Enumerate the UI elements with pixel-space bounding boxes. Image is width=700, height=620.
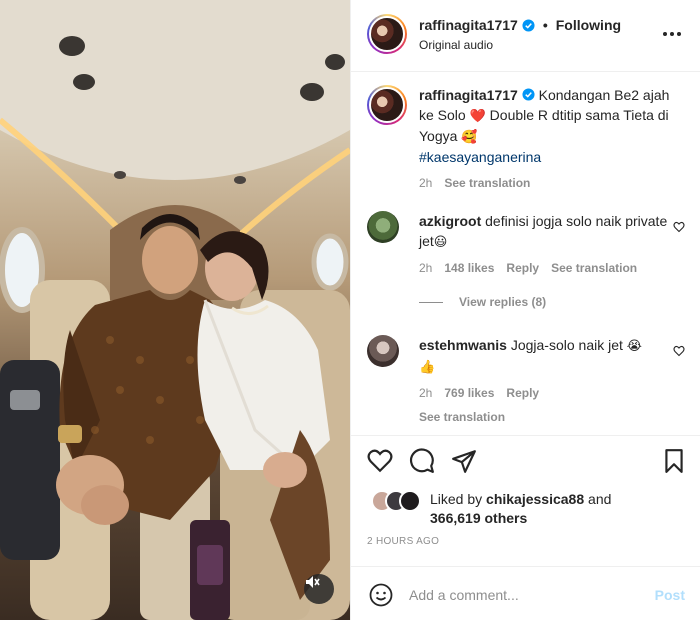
comment-item: estehmwanis Jogja-solo naik jet 😭 👍 2h 7… (367, 335, 685, 425)
avatar (399, 490, 421, 512)
caption-text: raffinagita1717 Kondangan Be2 ajah ke So… (419, 85, 679, 193)
comment-icon[interactable] (409, 448, 435, 474)
mute-button[interactable] (304, 574, 334, 604)
comment-meta-2: See translation (419, 407, 671, 427)
see-translation-link[interactable]: See translation (444, 173, 530, 193)
add-comment-bar: Post (351, 566, 700, 620)
more-icon (663, 32, 667, 36)
grinning-emoji: 😃 (433, 234, 448, 249)
see-translation-link[interactable]: See translation (419, 407, 505, 427)
share-icon[interactable] (451, 448, 477, 474)
action-bar (351, 435, 700, 485)
video-frame (0, 0, 350, 620)
comment-time[interactable]: 2h (419, 383, 432, 403)
comment-text: estehmwanis Jogja-solo naik jet 😭 👍 2h 7… (419, 335, 671, 427)
emoji-icon[interactable] (369, 583, 393, 607)
comment-username[interactable]: estehmwanis (419, 337, 507, 353)
caption-username[interactable]: raffinagita1717 (419, 87, 518, 103)
comment-likes[interactable]: 148 likes (444, 258, 494, 278)
likes-summary: Liked by chikajessica88 and 366,619 othe… (367, 486, 687, 530)
liker-username[interactable]: chikajessica88 (486, 491, 584, 507)
avatar[interactable] (367, 211, 399, 243)
comment-meta: 2h 148 likes Reply See translation (419, 258, 671, 278)
audio-link[interactable]: Original audio (419, 38, 493, 52)
muted-speaker-icon (306, 576, 320, 588)
comment-input[interactable] (409, 581, 649, 609)
separator-dot: • (542, 17, 548, 33)
caption: raffinagita1717 Kondangan Be2 ajah ke So… (367, 85, 685, 195)
comments-list[interactable]: raffinagita1717 Kondangan Be2 ajah ke So… (351, 73, 700, 435)
post-time[interactable]: 2 HOURS AGO (367, 536, 439, 547)
more-options-button[interactable] (663, 26, 683, 42)
liker-avatars[interactable] (371, 490, 427, 514)
post-video[interactable] (0, 0, 350, 620)
avatar[interactable] (367, 335, 399, 367)
heart-icon[interactable] (673, 221, 685, 233)
username-link[interactable]: raffinagita1717 (419, 17, 518, 33)
heart-icon[interactable] (367, 448, 393, 474)
likes-count[interactable]: 366,619 others (430, 510, 527, 526)
thumbs-up-emoji: 👍 (419, 359, 436, 374)
post-header: raffinagita1717 • Following Original aud… (351, 0, 700, 72)
verified-badge-icon (522, 88, 535, 101)
post-comment-button[interactable]: Post (655, 587, 685, 603)
post-side-panel: raffinagita1717 • Following Original aud… (350, 0, 700, 620)
hashtag-link[interactable]: #kaesayanganerina (419, 149, 541, 165)
caption-time[interactable]: 2h (419, 173, 432, 193)
comment-text: azkigroot definisi jogja solo naik priva… (419, 211, 671, 278)
comment-meta: 2h 769 likes Reply (419, 383, 671, 403)
avatar[interactable] (367, 85, 407, 125)
replies-divider (419, 301, 443, 303)
likes-text: Liked by chikajessica88 and 366,619 othe… (430, 490, 611, 528)
comment-username[interactable]: azkigroot (419, 213, 481, 229)
crying-emoji: 😭 (626, 338, 642, 353)
verified-badge-icon (522, 18, 535, 32)
reply-button[interactable]: Reply (506, 258, 539, 278)
caption-meta: 2h See translation (419, 173, 679, 193)
comment-body: Jogja-solo naik jet (510, 337, 623, 353)
heart-emoji: ❤️ (469, 108, 486, 123)
see-translation-link[interactable]: See translation (551, 258, 637, 278)
avatar[interactable] (367, 14, 407, 54)
view-replies-button[interactable]: View replies (8) (419, 295, 546, 309)
smiling-hearts-emoji: 🥰 (461, 129, 478, 144)
comment-likes[interactable]: 769 likes (444, 383, 494, 403)
following-button[interactable]: Following (556, 17, 621, 33)
heart-icon[interactable] (673, 345, 685, 357)
header-user-row: raffinagita1717 • Following (419, 17, 621, 33)
reply-button[interactable]: Reply (506, 383, 539, 403)
comment-time[interactable]: 2h (419, 258, 432, 278)
view-replies-label: View replies (8) (459, 295, 547, 309)
bookmark-icon[interactable] (661, 448, 687, 474)
and-label: and (588, 491, 612, 507)
liked-by-label: Liked by (430, 491, 483, 507)
